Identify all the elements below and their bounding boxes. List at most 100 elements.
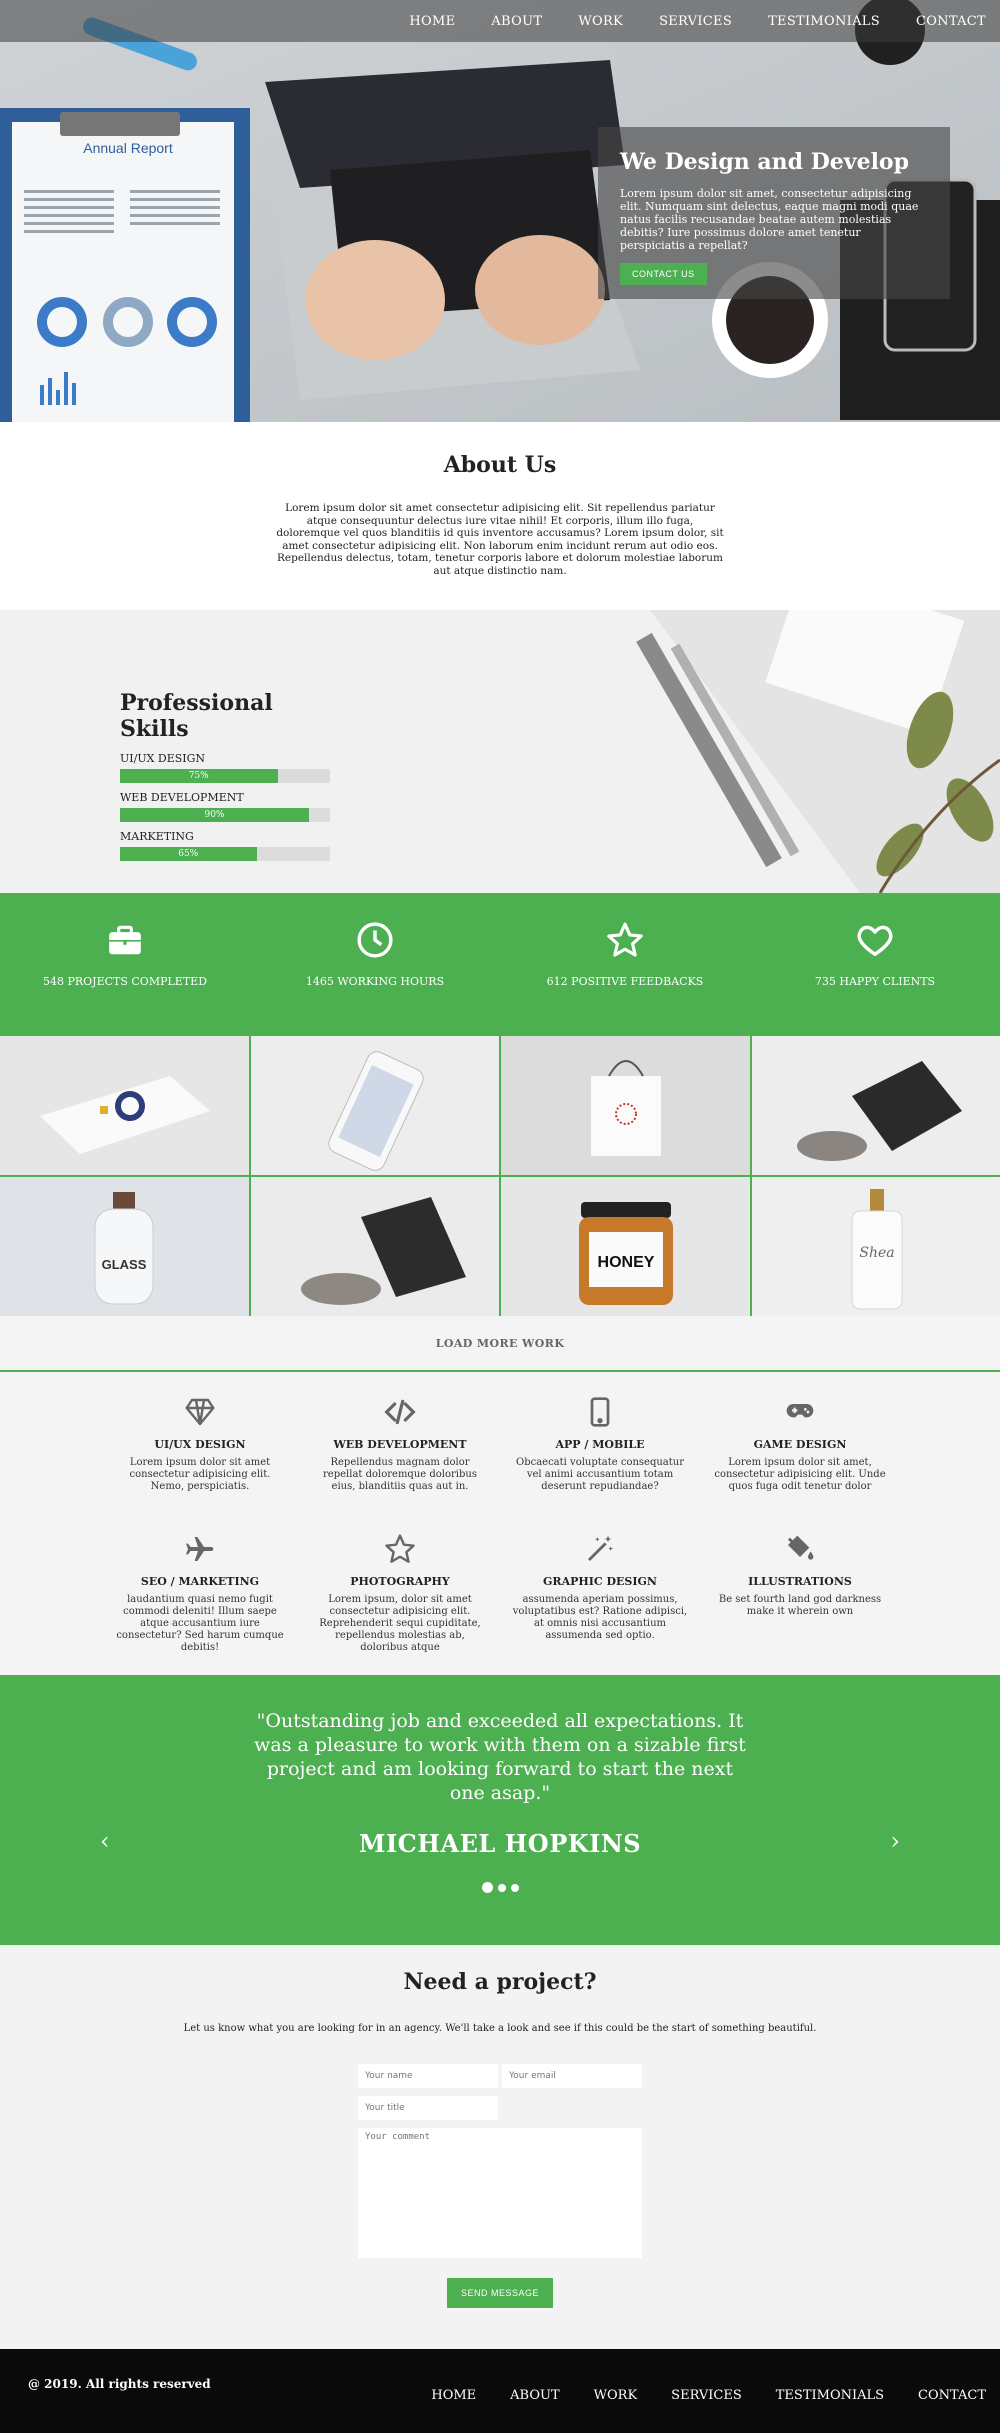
footer-nav-testimonials[interactable]: TESTIMONIALS: [776, 2388, 884, 2403]
portfolio-tile-shopping-bag[interactable]: [501, 1036, 750, 1175]
contact-form: SEND MESSAGE: [358, 2064, 642, 2308]
hero-title: We Design and Develop: [620, 149, 909, 175]
comment-textarea[interactable]: [358, 2128, 642, 2258]
service-illustrations: ILLUSTRATIONS Be set fourth land god dar…: [700, 1533, 900, 1664]
skills-section: Professional Skills UI/UX DESIGN 75% WEB…: [0, 610, 1000, 893]
stat-feedbacks: 612 POSITIVE FEEDBACKS: [500, 893, 750, 1036]
service-title: GRAPHIC DESIGN: [543, 1574, 657, 1588]
service-text: Lorem ipsum dolor sit amet consectetur a…: [129, 1457, 271, 1492]
skills-title: Professional Skills: [120, 690, 273, 742]
service-title: GAME DESIGN: [753, 1438, 847, 1451]
skill-bar: 65%: [120, 847, 330, 861]
about-section: About Us Lorem ipsum dolor sit amet cons…: [0, 422, 1000, 610]
service-app-mobile: APP / MOBILE Obcaecati voluptate consequ…: [500, 1396, 700, 1503]
load-more-work-button[interactable]: LOAD MORE WORK: [0, 1316, 1000, 1372]
contact-title: Need a project?: [403, 1969, 597, 1995]
stats-section: 548 PROJECTS COMPLETED 1465 WORKING HOUR…: [0, 893, 1000, 1036]
star-icon: [607, 922, 643, 957]
portfolio-tile-dark-card-stone[interactable]: [250, 1177, 499, 1316]
name-input[interactable]: [358, 2064, 498, 2088]
heart-icon: [857, 925, 893, 956]
hero-card: We Design and Develop Lorem ipsum dolor …: [598, 127, 950, 299]
chevron-left-icon[interactable]: ‹: [100, 1827, 110, 1855]
footer-nav-about[interactable]: ABOUT: [510, 2388, 559, 2403]
glass-bottle-label: GLASS: [102, 1257, 147, 1272]
testimonial-author: MICHAEL HOPKINS: [358, 1829, 642, 1858]
glass-bottle-image: GLASS: [0, 1177, 249, 1316]
service-text: assumenda aperiam possimus, voluptatibus…: [512, 1593, 688, 1641]
carousel-dot[interactable]: [481, 1882, 493, 1893]
portfolio-tile-business-card[interactable]: [0, 1036, 249, 1175]
service-title: APP / MOBILE: [555, 1438, 645, 1451]
nav-services[interactable]: SERVICES: [659, 14, 732, 29]
portfolio-tile-soap-bottle[interactable]: Shea: [751, 1177, 1000, 1316]
portfolio-tile-glass-bottle[interactable]: GLASS: [0, 1177, 249, 1316]
footer-nav-services[interactable]: SERVICES: [671, 2388, 742, 2403]
skill-bar-fill: 90%: [120, 808, 309, 822]
service-text: Lorem ipsum dolor sit amet, consectetur …: [714, 1457, 886, 1492]
paint-bucket-icon: [788, 1535, 814, 1560]
nav-home[interactable]: HOME: [409, 14, 455, 29]
plane-icon: [186, 1536, 214, 1561]
contact-intro: Let us know what you are looking for in …: [183, 2023, 817, 2034]
email-input[interactable]: [502, 2064, 642, 2088]
soap-bottle-label: Shea: [859, 1245, 894, 1261]
nav-work[interactable]: WORK: [578, 14, 623, 29]
service-title: SEO / MARKETING: [140, 1574, 260, 1588]
mobile-icon: [590, 1397, 610, 1427]
footer: @ 2019. All rights reserved HOME ABOUT W…: [0, 2349, 1000, 2433]
portfolio-tile-honey-jar[interactable]: HONEY: [501, 1177, 750, 1316]
skill-label: WEB DEVELOPMENT: [120, 791, 244, 804]
portfolio-tile-dark-book[interactable]: [751, 1036, 1000, 1175]
skill-label: MARKETING: [120, 830, 194, 843]
testimonial-section: "Outstanding job and exceeded all expect…: [0, 1675, 1000, 1945]
service-text: laudantium quasi nemo fugit commodi dele…: [116, 1593, 284, 1653]
stat-text: 735 HAPPY CLIENTS: [814, 975, 936, 988]
contact-section: Need a project? Let us know what you are…: [0, 1945, 1000, 2349]
clock-icon: [357, 922, 393, 958]
stat-projects: 548 PROJECTS COMPLETED: [0, 893, 250, 1036]
nav-about[interactable]: ABOUT: [491, 14, 542, 29]
send-message-button[interactable]: SEND MESSAGE: [446, 2278, 554, 2308]
title-input[interactable]: [358, 2096, 498, 2120]
shopping-bag-image: [501, 1036, 750, 1175]
skills-panel: Professional Skills UI/UX DESIGN 75% WEB…: [120, 690, 340, 869]
service-title: ILLUSTRATIONS: [748, 1574, 852, 1588]
nav-testimonials[interactable]: TESTIMONIALS: [768, 14, 880, 29]
report-clipboard: Annual Report: [0, 108, 250, 422]
service-title: PHOTOGRAPHY: [350, 1574, 450, 1588]
laptop: [265, 60, 640, 400]
service-game-design: GAME DESIGN Lorem ipsum dolor sit amet, …: [700, 1396, 900, 1503]
service-text: Be set fourth land god darkness make it …: [718, 1593, 882, 1617]
carousel-dot[interactable]: [497, 1883, 506, 1892]
footer-nav: HOME ABOUT WORK SERVICES TESTIMONIALS CO…: [431, 2388, 986, 2403]
dark-card-stone-image: [250, 1177, 499, 1316]
gamepad-icon: [786, 1404, 814, 1418]
portfolio-grid: GLASS HONEY Shea: [0, 1036, 1000, 1316]
name-email-row: [358, 2064, 642, 2088]
footer-nav-work[interactable]: WORK: [594, 2388, 638, 2403]
service-text: Repellendus magnam dolor repellat dolore…: [323, 1457, 477, 1492]
hero-text: Lorem ipsum dolor sit amet, consectetur …: [620, 187, 919, 252]
honey-jar-image: HONEY: [501, 1177, 750, 1316]
chevron-right-icon[interactable]: ›: [890, 1827, 900, 1855]
code-icon: [384, 1399, 416, 1425]
title-row: [358, 2096, 642, 2120]
hero-section: Annual Report HOME ABOUT WORK SERVICES T…: [0, 0, 1000, 422]
skill-bar: 75%: [120, 769, 330, 783]
portfolio-tile-phone[interactable]: [250, 1036, 499, 1175]
stat-text: 1465 WORKING HOURS: [305, 975, 445, 988]
service-title: WEB DEVELOPMENT: [333, 1438, 467, 1451]
carousel-dot[interactable]: [510, 1883, 519, 1892]
contact-us-button[interactable]: CONTACT US: [620, 263, 707, 285]
service-photography: PHOTOGRAPHY Lorem ipsum, dolor sit amet …: [300, 1533, 500, 1664]
service-text: Lorem ipsum, dolor sit amet consectetur …: [319, 1593, 481, 1653]
diamond-icon: [185, 1398, 215, 1426]
carousel-dots: [0, 1882, 1000, 1893]
nav-contact[interactable]: CONTACT: [916, 14, 986, 29]
service-web-development: WEB DEVELOPMENT Repellendus magnam dolor…: [300, 1396, 500, 1503]
footer-nav-contact[interactable]: CONTACT: [918, 2388, 986, 2403]
stat-clients: 735 HAPPY CLIENTS: [750, 893, 1000, 1036]
footer-nav-home[interactable]: HOME: [431, 2388, 476, 2403]
magic-wand-icon: [588, 1535, 613, 1561]
